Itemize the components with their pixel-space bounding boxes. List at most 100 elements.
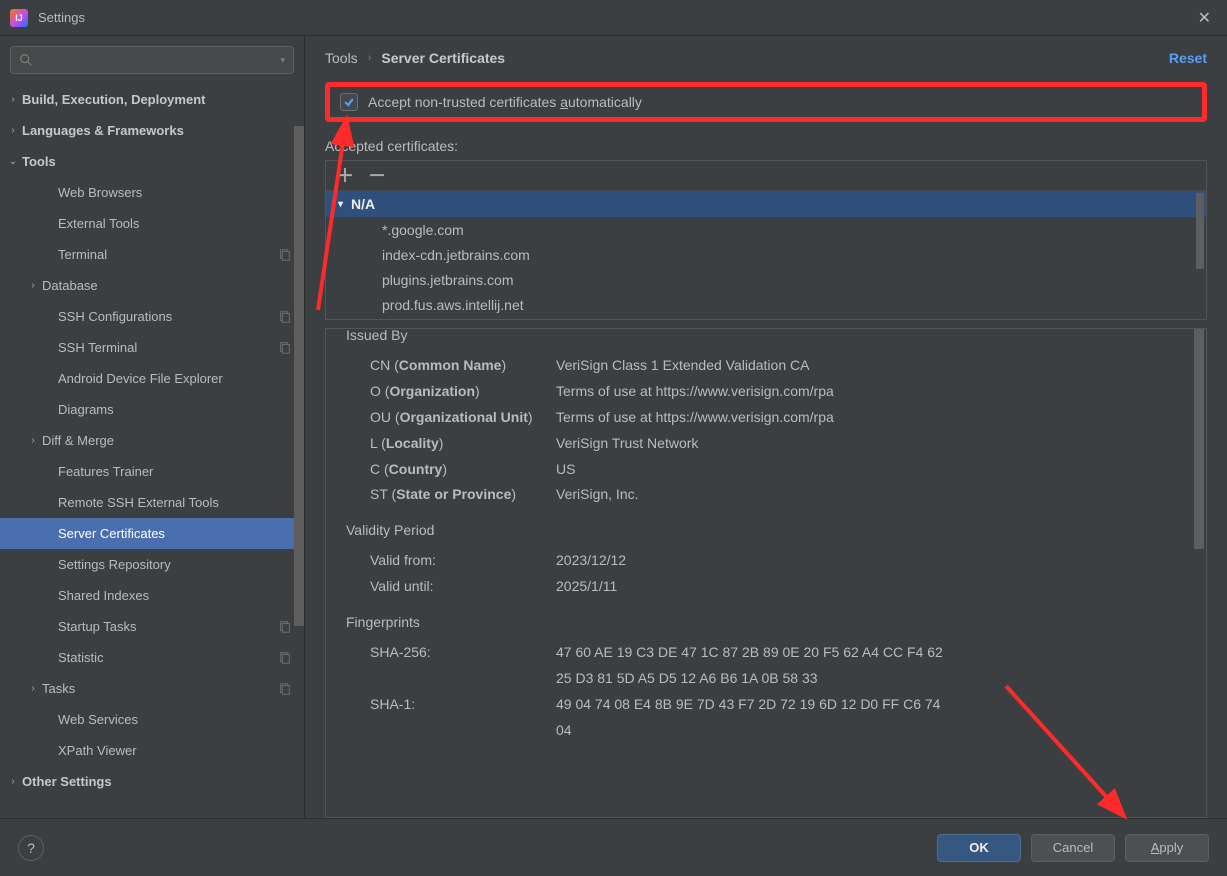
- chevron-icon: ›: [6, 125, 20, 136]
- settings-tree[interactable]: ›Build, Execution, Deployment›Languages …: [0, 84, 304, 818]
- sidebar-scrollbar[interactable]: [294, 126, 304, 818]
- sidebar-item-label: XPath Viewer: [58, 743, 304, 758]
- sidebar-item-terminal[interactable]: Terminal: [0, 239, 304, 270]
- sidebar-item-xpath-viewer[interactable]: XPath Viewer: [0, 735, 304, 766]
- fingerprints-header: Fingerprints: [346, 610, 1186, 636]
- sidebar-item-ssh-terminal[interactable]: SSH Terminal: [0, 332, 304, 363]
- main-panel: Tools › Server Certificates Reset Accept…: [305, 36, 1227, 818]
- sidebar-item-ssh-configurations[interactable]: SSH Configurations: [0, 301, 304, 332]
- sidebar-item-label: Diagrams: [58, 402, 304, 417]
- window-title: Settings: [38, 10, 1192, 25]
- field-st-value: VeriSign, Inc.: [556, 482, 1186, 508]
- chevron-icon: ›: [26, 280, 40, 291]
- sidebar-item-label: Remote SSH External Tools: [58, 495, 304, 510]
- sidebar-item-label: Diff & Merge: [42, 433, 304, 448]
- accept-untrusted-checkbox-row[interactable]: Accept non-trusted certificates automati…: [325, 82, 1207, 122]
- sidebar-item-diagrams[interactable]: Diagrams: [0, 394, 304, 425]
- search-input-wrap[interactable]: ▾: [10, 46, 294, 74]
- cert-toolbar: ＋ －: [326, 161, 1206, 191]
- apply-button[interactable]: Apply: [1125, 834, 1209, 862]
- search-input[interactable]: [39, 53, 280, 68]
- project-level-icon: [278, 341, 292, 355]
- sidebar-item-settings-repository[interactable]: Settings Repository: [0, 549, 304, 580]
- settings-sidebar: ▾ ›Build, Execution, Deployment›Language…: [0, 36, 305, 818]
- sidebar-item-diff-merge[interactable]: ›Diff & Merge: [0, 425, 304, 456]
- sidebar-item-server-certificates[interactable]: Server Certificates: [0, 518, 304, 549]
- sha1-value: 49 04 74 08 E4 8B 9E 7D 43 F7 2D 72 19 6…: [556, 692, 956, 744]
- cert-item[interactable]: plugins.jetbrains.com: [326, 267, 1206, 292]
- breadcrumb: Tools › Server Certificates: [325, 50, 505, 66]
- search-dropdown-icon[interactable]: ▾: [280, 55, 285, 66]
- project-level-icon: [278, 310, 292, 324]
- sidebar-item-database[interactable]: ›Database: [0, 270, 304, 301]
- project-level-icon: [278, 682, 292, 696]
- sidebar-item-statistic[interactable]: Statistic: [0, 642, 304, 673]
- sidebar-item-label: SSH Configurations: [58, 309, 278, 324]
- cert-item[interactable]: index-cdn.jetbrains.com: [326, 242, 1206, 267]
- sidebar-item-label: Android Device File Explorer: [58, 371, 304, 386]
- sidebar-item-label: Web Browsers: [58, 185, 304, 200]
- details-scrollbar[interactable]: [1194, 329, 1204, 817]
- field-l: L (Locality): [346, 431, 556, 457]
- cert-item[interactable]: prod.fus.aws.intellij.net: [326, 292, 1206, 317]
- titlebar: IJ Settings ✕: [0, 0, 1227, 36]
- cert-group-row[interactable]: ▾N/A: [326, 191, 1206, 217]
- field-cn: CN (Common Name): [346, 353, 556, 379]
- cancel-button[interactable]: Cancel: [1031, 834, 1115, 862]
- field-c: C (Country): [346, 457, 556, 483]
- checkbox-icon[interactable]: [340, 93, 358, 111]
- help-button[interactable]: ?: [18, 835, 44, 861]
- app-icon: IJ: [10, 9, 28, 27]
- project-level-icon: [278, 248, 292, 262]
- sidebar-item-android-device-file-explorer[interactable]: Android Device File Explorer: [0, 363, 304, 394]
- field-ou-value: Terms of use at https://www.verisign.com…: [556, 405, 1186, 431]
- ok-button[interactable]: OK: [937, 834, 1021, 862]
- valid-from: Valid from:: [346, 548, 556, 574]
- cert-item[interactable]: *.google.com: [326, 217, 1206, 242]
- sidebar-item-web-browsers[interactable]: Web Browsers: [0, 177, 304, 208]
- sha256-value: 47 60 AE 19 C3 DE 47 1C 87 2B 89 0E 20 F…: [556, 640, 956, 692]
- sidebar-item-external-tools[interactable]: External Tools: [0, 208, 304, 239]
- sidebar-item-label: Server Certificates: [58, 526, 304, 541]
- chevron-icon: ›: [26, 683, 40, 694]
- sidebar-item-languages-frameworks[interactable]: ›Languages & Frameworks: [0, 115, 304, 146]
- cert-list[interactable]: ▾N/A *.google.comindex-cdn.jetbrains.com…: [326, 191, 1206, 319]
- sidebar-item-label: External Tools: [58, 216, 304, 231]
- reset-link[interactable]: Reset: [1169, 50, 1207, 66]
- project-level-icon: [278, 620, 292, 634]
- close-icon[interactable]: ✕: [1192, 4, 1217, 32]
- sidebar-item-tasks[interactable]: ›Tasks: [0, 673, 304, 704]
- chevron-icon: ›: [6, 94, 20, 105]
- chevron-down-icon: ▾: [338, 199, 343, 210]
- field-o: O (Organization): [346, 379, 556, 405]
- sidebar-item-label: Web Services: [58, 712, 304, 727]
- sidebar-item-remote-ssh-external-tools[interactable]: Remote SSH External Tools: [0, 487, 304, 518]
- breadcrumb-parent[interactable]: Tools: [325, 50, 358, 66]
- field-ou: OU (Organizational Unit): [346, 405, 556, 431]
- cert-list-scrollbar[interactable]: [1196, 193, 1204, 269]
- sidebar-item-startup-tasks[interactable]: Startup Tasks: [0, 611, 304, 642]
- sidebar-item-features-trainer[interactable]: Features Trainer: [0, 456, 304, 487]
- sidebar-item-label: Languages & Frameworks: [22, 123, 304, 138]
- sidebar-item-label: SSH Terminal: [58, 340, 278, 355]
- cert-details-panel: Issued ByCN (Common Name)VeriSign Class …: [325, 328, 1207, 818]
- sidebar-item-label: Terminal: [58, 247, 278, 262]
- chevron-icon: ›: [26, 435, 40, 446]
- sidebar-item-build-execution-deployment[interactable]: ›Build, Execution, Deployment: [0, 84, 304, 115]
- field-l-value: VeriSign Trust Network: [556, 431, 1186, 457]
- sidebar-item-shared-indexes[interactable]: Shared Indexes: [0, 580, 304, 611]
- valid-until: Valid until:: [346, 574, 556, 600]
- sidebar-item-web-services[interactable]: Web Services: [0, 704, 304, 735]
- sidebar-item-tools[interactable]: ⌄Tools: [0, 146, 304, 177]
- field-st: ST (State or Province): [346, 482, 556, 508]
- issued-by-header: Issued By: [346, 328, 1186, 349]
- add-cert-button[interactable]: ＋: [336, 167, 354, 185]
- sidebar-item-other-settings[interactable]: ›Other Settings: [0, 766, 304, 797]
- chevron-right-icon: ›: [368, 52, 372, 64]
- sidebar-item-label: Database: [42, 278, 304, 293]
- valid-from-value: 2023/12/12: [556, 548, 1186, 574]
- sidebar-item-label: Shared Indexes: [58, 588, 304, 603]
- accept-untrusted-label: Accept non-trusted certificates automati…: [368, 94, 642, 110]
- field-o-value: Terms of use at https://www.verisign.com…: [556, 379, 1186, 405]
- remove-cert-button[interactable]: －: [368, 167, 386, 185]
